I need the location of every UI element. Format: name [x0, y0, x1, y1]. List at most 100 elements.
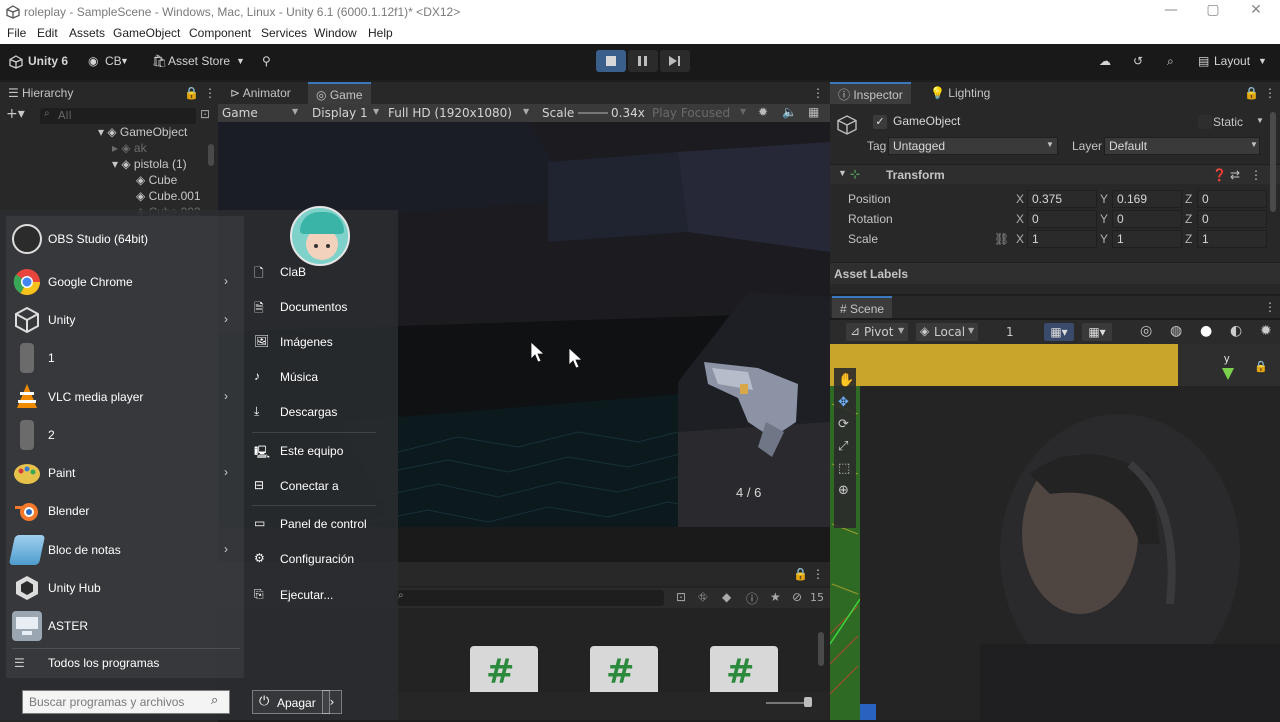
program-unity-hub[interactable]: Unity Hub [12, 571, 242, 607]
close-button[interactable]: ✕ [1233, 2, 1279, 22]
scale-slider[interactable] [578, 112, 608, 114]
resolution-dropdown[interactable]: Full HD (1920x1080) [388, 106, 512, 120]
chevron-right-icon[interactable]: › [224, 274, 228, 288]
menu-help[interactable]: Help [368, 26, 393, 40]
hierarchy-row[interactable]: ▸ ◈ ak [112, 141, 147, 155]
active-checkbox[interactable]: ✓ [873, 115, 887, 129]
shaded-wireframe-icon[interactable]: ◍ [1170, 323, 1182, 339]
pivot-dropdown[interactable]: ⊿ Pivot ▼ [846, 323, 908, 341]
filter-by-label-icon[interactable]: ⛗ [698, 590, 708, 605]
play-button[interactable] [596, 50, 626, 72]
shutdown-button[interactable]: ⏻ Apagar [252, 690, 330, 714]
more-icon[interactable]: ⋮ [812, 86, 824, 100]
scene-filter-icon[interactable]: ⊡ [200, 107, 210, 121]
scale-z-field[interactable]: 1 [1197, 230, 1267, 248]
more-icon[interactable]: ⋮ [1264, 300, 1276, 314]
pause-button[interactable] [628, 50, 658, 72]
more-icon[interactable]: ⋮ [1250, 168, 1262, 182]
add-icon[interactable]: +▾ [6, 106, 25, 122]
lighting-toggle-icon[interactable]: ✹ [1260, 323, 1272, 339]
more-icon[interactable]: ⋮ [812, 567, 824, 581]
tab-lighting[interactable]: 💡 Lighting [930, 86, 990, 100]
shaded-icon[interactable]: ● [1200, 323, 1212, 339]
rect-tool-icon[interactable]: ⬚ [838, 461, 850, 476]
step-button[interactable] [660, 50, 690, 72]
display-mode-dropdown[interactable]: Game [222, 106, 258, 120]
menu-edit[interactable]: Edit [37, 26, 58, 40]
history-icon[interactable]: ↺ [1133, 54, 1143, 68]
start-search-input[interactable]: Buscar programas y archivos ⌕ [22, 690, 230, 714]
static-checkbox[interactable] [1198, 115, 1212, 129]
grid-toggle[interactable]: ▦▾ [1044, 323, 1074, 341]
csharp-script-asset[interactable]: # [710, 646, 778, 692]
filter-by-type-icon[interactable]: ⊡ [676, 590, 686, 604]
menu-assets[interactable]: Assets [69, 26, 105, 40]
scale-x-field[interactable]: 1 [1027, 230, 1097, 248]
lock-icon[interactable]: 🔒 [1254, 360, 1268, 373]
avatar[interactable] [290, 206, 350, 266]
hierarchy-scrollbar[interactable] [208, 144, 214, 166]
project-search-input[interactable]: ⌕ [394, 590, 664, 606]
project-scrollbar[interactable] [818, 632, 824, 666]
search-icon[interactable]: ⌕ [1167, 54, 1174, 69]
lock-icon[interactable]: 🔒 [184, 86, 199, 100]
lock-icon[interactable]: 🔒 [1244, 86, 1259, 100]
csharp-script-asset[interactable]: # [470, 646, 538, 692]
more-icon[interactable]: ⋮ [1264, 86, 1276, 100]
help-icon[interactable]: ❓ [1212, 168, 1227, 182]
chevron-right-icon[interactable]: › [224, 389, 228, 403]
play-mode-dropdown[interactable]: Play Focused [652, 106, 730, 120]
local-dropdown[interactable]: ◈ Local ▼ [916, 323, 978, 341]
favorite-icon[interactable]: ★ [770, 590, 781, 604]
program-notepad[interactable]: Bloc de notas › [8, 533, 242, 569]
hierarchy-row[interactable]: ▾ ◈ GameObject [98, 125, 187, 139]
tab-game[interactable]: ◎ Game [308, 82, 371, 104]
program-vlc[interactable]: VLC media player › [12, 380, 242, 416]
move-tool-icon[interactable]: ✥ [838, 395, 849, 410]
stats-icon[interactable]: ▦ [808, 105, 819, 119]
chevron-right-icon[interactable]: › [224, 542, 228, 556]
rotation-y-field[interactable]: 0 [1112, 210, 1182, 228]
scene-viewport[interactable]: ✋ ✥ ⟳ ⤢ ⬚ ⊕ y 🔒 [830, 344, 1280, 720]
menu-services[interactable]: Services [261, 26, 307, 40]
tab-scene[interactable]: # Scene [832, 296, 893, 318]
position-x-field[interactable]: 0.375 [1027, 190, 1097, 208]
inspector-scrollbar[interactable] [1270, 112, 1276, 212]
layout-dropdown[interactable]: Layout [1214, 54, 1250, 68]
tab-inspector[interactable]: ⓘ Inspector [830, 82, 911, 104]
chevron-right-icon[interactable]: › [224, 312, 228, 326]
icon-size-slider-thumb[interactable] [804, 697, 812, 707]
unlit-icon[interactable]: ◐ [1230, 323, 1242, 339]
position-y-field[interactable]: 0.169 [1112, 190, 1182, 208]
program-2[interactable]: 2 [12, 418, 242, 454]
tab-hierarchy[interactable]: Hierarchy [22, 86, 73, 100]
shutdown-options-button[interactable]: › [322, 690, 342, 714]
bug-icon[interactable]: ✹ [758, 105, 768, 119]
program-blender[interactable]: Blender [12, 494, 242, 530]
csharp-script-asset[interactable]: # [590, 646, 658, 692]
wireframe-icon[interactable]: ◎ [1140, 323, 1152, 339]
lock-icon[interactable]: 🔒 [793, 567, 808, 581]
menu-component[interactable]: Component [189, 26, 251, 40]
hierarchy-row[interactable]: ◈ Cube [136, 173, 177, 187]
program-paint[interactable]: Paint › [12, 456, 242, 492]
account-icon[interactable]: ◉ [88, 54, 98, 68]
transform-component-header[interactable]: ▼ ⊹ Transform ❓ ⇄ ⋮ [830, 164, 1280, 184]
menu-gameobject[interactable]: GameObject [113, 26, 180, 40]
info-icon[interactable]: ⓘ [746, 590, 758, 607]
asset-store-button[interactable]: Asset Store [168, 54, 230, 68]
position-z-field[interactable]: 0 [1197, 190, 1267, 208]
mute-audio-icon[interactable]: 🔈 [782, 105, 797, 119]
program-aster[interactable]: ASTER [12, 609, 242, 645]
tag-dropdown[interactable]: Untagged [888, 137, 1058, 155]
object-name-field[interactable]: GameObject [889, 113, 1189, 131]
hierarchy-row[interactable]: ▾ ◈ pistola (1) [112, 157, 187, 171]
program-obs-studio[interactable]: OBS Studio (64bit) [12, 222, 242, 258]
maximize-button[interactable]: ▢ [1190, 2, 1236, 22]
rotation-z-field[interactable]: 0 [1197, 210, 1267, 228]
minimize-button[interactable]: — [1148, 2, 1194, 22]
program-unity[interactable]: Unity › [12, 303, 242, 339]
tag-icon[interactable]: ◆ [722, 590, 731, 604]
transform-tool-icon[interactable]: ⊕ [838, 483, 849, 498]
hidden-packages-icon[interactable]: ⊘ [792, 590, 802, 604]
